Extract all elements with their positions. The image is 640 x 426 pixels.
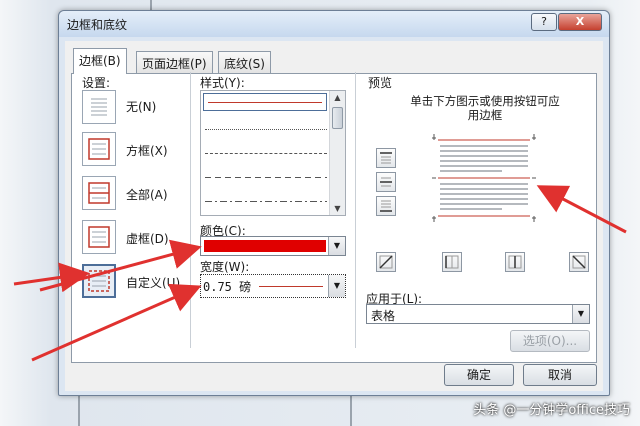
color-dropdown[interactable]: ▼ [200,236,346,256]
width-dropdown[interactable]: 0.75 磅 ▼ [200,274,346,298]
setting-box-icon[interactable] [82,132,116,166]
style-option-dash-dot[interactable] [205,201,327,202]
width-line-sample [259,286,323,287]
style-option-dashed-small[interactable] [205,153,327,154]
setting-grid-label[interactable]: 虚框(D) [126,230,169,247]
setting-all-icon[interactable] [82,176,116,210]
chevron-down-icon[interactable]: ▼ [572,305,589,323]
tab-page-border[interactable]: 页面边框(P) [136,51,213,73]
top-border-icon[interactable] [376,148,396,168]
preview-heading: 预览 [368,76,393,90]
style-option-dashed-large[interactable] [205,177,327,178]
title-bar: 边框和底纹 ? X [59,11,609,37]
style-list[interactable]: ▲ ▼ [200,90,346,216]
preview-area[interactable] [432,134,536,222]
setting-grid-icon[interactable] [82,220,116,254]
settings-heading: 设置: [82,76,111,90]
setting-none-label[interactable]: 无(N) [126,98,156,115]
chevron-down-icon[interactable]: ▼ [328,237,345,255]
cancel-button[interactable]: 取消 [523,364,597,386]
scroll-down-icon[interactable]: ▼ [332,204,343,213]
preview-hint: 单击下方图示或使用按钮可应用边框 [410,94,560,122]
ok-button[interactable]: 确定 [444,364,514,386]
bottom-border-icon[interactable] [376,196,396,216]
style-list-scrollbar[interactable]: ▲ ▼ [329,91,345,215]
help-button[interactable]: ? [531,13,557,31]
setting-none-icon[interactable] [82,90,116,124]
apply-to-dropdown[interactable]: 表格 ▼ [366,304,590,324]
width-value: 0.75 磅 [203,280,252,294]
background-line [350,396,352,426]
scroll-up-icon[interactable]: ▲ [332,93,343,102]
style-option-dotted[interactable] [205,129,327,130]
watermark-text: 头条 @一分钟学office技巧 [473,403,630,418]
chevron-down-icon[interactable]: ▼ [328,275,345,297]
setting-box-label[interactable]: 方框(X) [126,142,168,159]
tab-borders[interactable]: 边框(B) [73,48,127,74]
diagonal-down-border-icon[interactable] [376,252,396,272]
style-option-solid[interactable] [203,93,327,111]
close-button[interactable]: X [558,13,602,31]
options-button[interactable]: 选项(O)... [510,330,590,352]
center-border-icon[interactable] [505,252,525,272]
setting-all-label[interactable]: 全部(A) [126,186,168,203]
scroll-thumb[interactable] [332,107,343,129]
diagonal-up-border-icon[interactable] [569,252,589,272]
dialog-title: 边框和底纹 [67,18,128,32]
setting-custom-icon[interactable] [82,264,116,298]
apply-to-value: 表格 [371,309,396,323]
middle-border-icon[interactable] [376,172,396,192]
background-line [78,396,80,426]
style-label: 样式(Y): [200,76,245,90]
left-border-icon[interactable] [442,252,462,272]
width-label: 宽度(W): [200,260,250,274]
divider [190,72,191,348]
tab-shading[interactable]: 底纹(S) [218,51,271,73]
color-swatch [204,240,326,252]
divider [355,72,356,348]
setting-custom-label[interactable]: 自定义(U) [126,274,180,291]
